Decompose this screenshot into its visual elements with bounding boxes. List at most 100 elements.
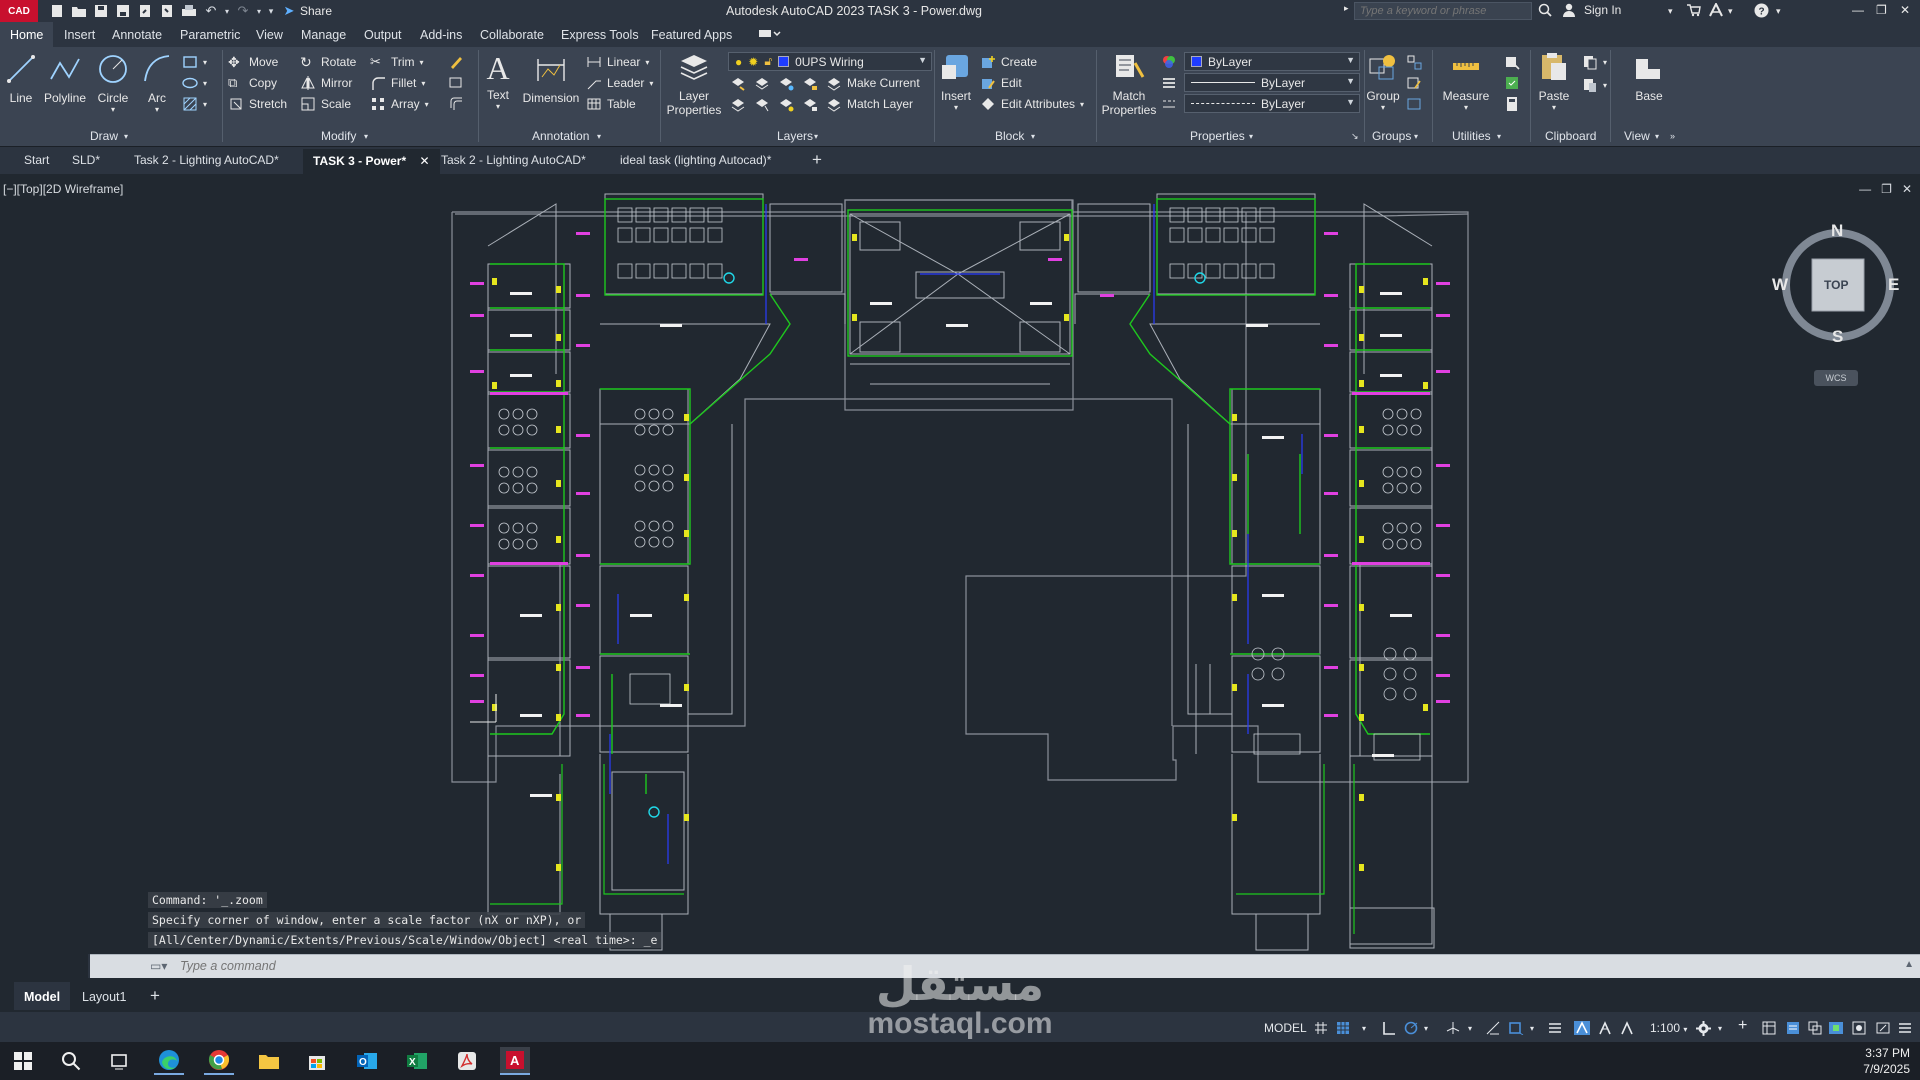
match-properties-button[interactable]: Match Properties xyxy=(1100,51,1158,117)
copy-button[interactable]: ⧉ Copy xyxy=(228,75,277,91)
properties-panel-title[interactable]: Properties xyxy=(1190,129,1245,143)
tab-home[interactable]: Home xyxy=(0,22,54,47)
ungroup-icon[interactable] xyxy=(1406,54,1422,70)
isometric-dropdown-icon[interactable]: ▾ xyxy=(1468,1024,1472,1033)
block-panel-title[interactable]: Block xyxy=(995,129,1024,143)
select-all-icon[interactable] xyxy=(1504,75,1520,91)
utilities-panel-title[interactable]: Utilities xyxy=(1452,129,1491,143)
help-dropdown-icon[interactable]: ▾ xyxy=(1776,6,1781,17)
draw-panel-title[interactable]: Draw xyxy=(90,129,118,143)
file-tab-sld[interactable]: SLD* xyxy=(72,153,100,167)
arc-tool-button[interactable]: Arc ▾ xyxy=(142,53,172,114)
paste-button[interactable]: Paste ▾ xyxy=(1536,51,1572,112)
edit-block-button[interactable]: Edit xyxy=(980,75,1022,91)
stretch-button[interactable]: Stretch xyxy=(228,96,287,112)
scale-button[interactable]: Scale xyxy=(300,96,351,112)
group-edit-icon[interactable] xyxy=(1406,75,1422,91)
clipboard-panel-title[interactable]: Clipboard xyxy=(1545,129,1596,143)
selection-cycling-icon[interactable] xyxy=(1808,1021,1822,1038)
sign-in-dropdown-icon[interactable]: ▾ xyxy=(1668,6,1673,17)
linetype-icon[interactable] xyxy=(1161,96,1177,112)
grid-icon[interactable] xyxy=(1314,1021,1328,1038)
tab-view[interactable]: View xyxy=(256,28,283,42)
tab-model[interactable]: Model xyxy=(14,982,71,1010)
viewcube-face-label[interactable]: TOP xyxy=(1824,278,1848,292)
group-button[interactable]: Group ▾ xyxy=(1366,51,1400,112)
tab-insert[interactable]: Insert xyxy=(64,28,95,42)
outlook-icon[interactable]: O xyxy=(352,1047,382,1075)
ribbon-display-toggle-icon[interactable] xyxy=(758,27,782,42)
circle-dropdown-icon[interactable]: ▾ xyxy=(96,105,130,114)
layer-tools-row-1[interactable] xyxy=(730,75,818,91)
lineweight-display-icon[interactable] xyxy=(1548,1021,1562,1038)
move-button[interactable]: ✥ Move xyxy=(228,54,278,70)
recent-commands-icon[interactable]: ▭▾ xyxy=(150,959,167,973)
paste-special-icon[interactable]: ▾ xyxy=(1582,77,1607,93)
base-view-button[interactable]: Base xyxy=(1632,51,1666,103)
minimize-icon[interactable]: — xyxy=(1852,3,1864,17)
measure-button[interactable]: Measure ▾ xyxy=(1440,51,1492,112)
match-layer-button[interactable]: Match Layer xyxy=(826,96,913,112)
share-button[interactable]: Share xyxy=(300,4,332,18)
layers-panel-expand-icon[interactable]: ▾ xyxy=(814,132,818,141)
modify-panel-title[interactable]: Modify xyxy=(321,129,356,143)
trim-button[interactable]: ✂ Trim ▾ xyxy=(370,54,424,70)
linear-dimension-button[interactable]: Linear ▾ xyxy=(586,54,649,70)
object-snap-dropdown-icon[interactable]: ▾ xyxy=(1530,1024,1534,1033)
sign-in-button[interactable]: Sign In xyxy=(1584,3,1621,17)
array-button[interactable]: Array ▾ xyxy=(370,96,429,112)
search-icon[interactable] xyxy=(1538,3,1552,20)
group-selection-icon[interactable] xyxy=(1406,96,1422,112)
customize-qat-icon[interactable]: ▾ xyxy=(264,1,278,21)
viewcube[interactable]: N S E W TOP xyxy=(1772,219,1904,351)
utilities-panel-expand-icon[interactable]: ▾ xyxy=(1497,132,1501,141)
user-icon[interactable] xyxy=(1562,3,1576,20)
groups-panel-expand-icon[interactable]: ▾ xyxy=(1414,132,1418,141)
edge-browser-icon[interactable] xyxy=(154,1047,184,1075)
file-tab-task2-lighting-2[interactable]: Task 2 - Lighting AutoCAD* xyxy=(441,153,586,167)
restore-icon[interactable]: ❐ xyxy=(1876,3,1887,17)
close-tab-icon[interactable]: ✕ xyxy=(419,154,429,168)
excel-icon[interactable]: X xyxy=(402,1047,432,1075)
new-file-icon[interactable] xyxy=(46,1,68,21)
redo-icon[interactable]: ↷ xyxy=(232,1,254,21)
file-tab-start[interactable]: Start xyxy=(24,153,49,167)
erase-button[interactable] xyxy=(448,54,464,70)
undo-dropdown-icon[interactable]: ▾ xyxy=(222,1,232,21)
modify-panel-expand-icon[interactable]: ▾ xyxy=(364,132,368,141)
rotate-button[interactable]: ↻ Rotate xyxy=(300,54,356,70)
leader-button[interactable]: Leader ▾ xyxy=(586,75,653,91)
fillet-button[interactable]: Fillet ▾ xyxy=(370,75,425,91)
isometric-drafting-icon[interactable] xyxy=(1446,1021,1460,1038)
file-tab-ideal-task[interactable]: ideal task (lighting Autocad)* xyxy=(620,153,771,167)
redo-dropdown-icon[interactable]: ▾ xyxy=(254,1,264,21)
hatch-tool-button[interactable]: ▾ xyxy=(182,96,207,112)
microsoft-store-icon[interactable] xyxy=(302,1047,332,1075)
create-block-button[interactable]: Create xyxy=(980,54,1037,70)
object-snap-tracking-icon[interactable] xyxy=(1486,1021,1500,1038)
properties-dialog-launcher-icon[interactable]: ↘ xyxy=(1351,131,1359,142)
system-clock[interactable]: 3:37 PM 7/9/2025 xyxy=(1863,1045,1910,1077)
color-dropdown[interactable]: ByLayer ▼ xyxy=(1184,52,1360,71)
compass-west[interactable]: W xyxy=(1772,275,1788,295)
view-panel-title[interactable]: View xyxy=(1624,129,1650,143)
model-space-button[interactable]: MODEL xyxy=(1264,1021,1307,1035)
plot-icon[interactable] xyxy=(178,1,200,21)
snap-dropdown-icon[interactable]: ▾ xyxy=(1362,1024,1366,1033)
ucs-menu-button[interactable]: WCS xyxy=(1814,370,1858,386)
rectangle-tool-button[interactable]: ▾ xyxy=(182,54,207,70)
arc-dropdown-icon[interactable]: ▾ xyxy=(142,105,172,114)
command-input[interactable] xyxy=(180,959,1680,973)
dimension-tool-button[interactable]: Dimension xyxy=(520,53,582,105)
text-tool-button[interactable]: A Text ▾ xyxy=(484,51,512,111)
polar-tracking-icon[interactable] xyxy=(1404,1021,1420,1038)
task-view-icon[interactable] xyxy=(104,1047,134,1075)
share-icon[interactable]: ➤ xyxy=(278,1,300,21)
taskbar-search-icon[interactable] xyxy=(56,1047,86,1075)
object-snap-icon[interactable] xyxy=(1508,1021,1524,1038)
save-to-web-icon[interactable] xyxy=(156,1,178,21)
new-tab-icon[interactable]: + xyxy=(812,150,822,170)
tab-featured-apps[interactable]: Featured Apps xyxy=(651,28,732,42)
layer-tools-row-2[interactable] xyxy=(730,96,818,112)
customization-menu-icon[interactable] xyxy=(1898,1021,1912,1038)
